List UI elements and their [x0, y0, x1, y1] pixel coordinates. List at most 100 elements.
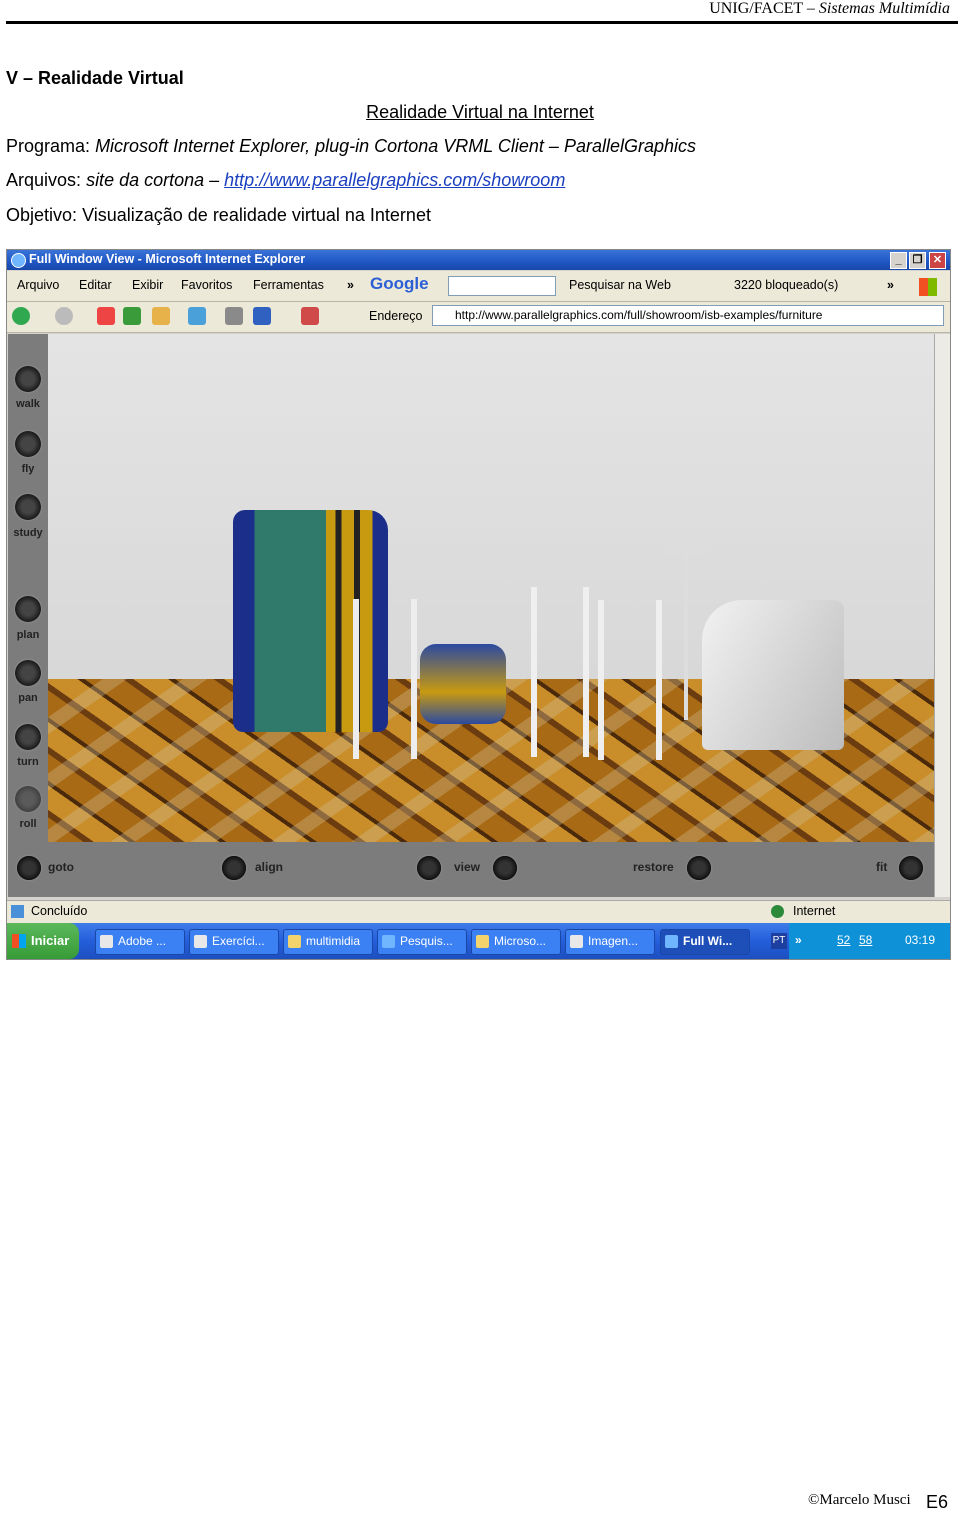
google-logo[interactable]: Google	[370, 274, 429, 294]
restore-label: restore	[633, 860, 674, 874]
subtitle: Realidade Virtual na Internet	[366, 102, 594, 122]
view-label: view	[454, 860, 481, 874]
taskbar-label: Imagen...	[588, 934, 639, 948]
messenger-icon[interactable]	[253, 307, 271, 325]
menu-editar[interactable]: Editar	[79, 278, 112, 292]
address-field[interactable]: http://www.parallelgraphics.com/full/sho…	[432, 305, 944, 326]
restore-button[interactable]	[685, 854, 713, 882]
fit-label: fit	[876, 860, 888, 874]
language-indicator[interactable]: PT	[771, 933, 787, 949]
scene-lamp-pole	[684, 555, 688, 720]
refresh-icon[interactable]	[123, 307, 141, 325]
toolbar-more[interactable]: »	[887, 278, 894, 292]
objective-label: Objetivo:	[6, 205, 78, 225]
start-label: Iniciar	[31, 933, 70, 948]
menu-ferramentas[interactable]: Ferramentas	[253, 278, 324, 292]
header-dash: –	[806, 0, 815, 17]
roll-button[interactable]	[13, 784, 43, 814]
browser-screenshot: Full Window View - Microsoft Internet Ex…	[6, 249, 951, 960]
pan-button[interactable]	[13, 658, 43, 688]
footer-author: ©Marcelo Musci	[808, 1492, 911, 1508]
header-course: Sistemas Multimídia	[818, 0, 950, 17]
taskbar-clock[interactable]: 03:19	[905, 933, 935, 947]
walk-label: walk	[16, 398, 40, 410]
goto-button[interactable]	[15, 854, 43, 882]
scene-chair-3	[598, 600, 662, 760]
windows-logo-icon	[919, 278, 937, 296]
minimize-button[interactable]: _	[890, 252, 907, 269]
program-value: Microsoft Internet Explorer, plug-in Cor…	[95, 136, 696, 156]
google-search-button[interactable]: Pesquisar na Web	[569, 278, 671, 292]
tray-number-1[interactable]: 52	[837, 933, 850, 947]
tray-expand[interactable]: »	[795, 933, 802, 947]
header-institution: UNIG/FACET	[709, 0, 803, 17]
back-icon[interactable]	[12, 307, 30, 325]
app-icon	[100, 935, 113, 948]
address-value: http://www.parallelgraphics.com/full/sho…	[455, 308, 823, 322]
popup-blocked[interactable]: 3220 bloqueado(s)	[734, 278, 838, 292]
ie-icon	[665, 935, 678, 948]
ie-icon	[382, 935, 395, 948]
study-button[interactable]	[13, 492, 43, 522]
taskbar-label: Exercíci...	[212, 934, 265, 948]
maximize-button[interactable]: ❐	[909, 252, 926, 269]
title-bar: Full Window View - Microsoft Internet Ex…	[7, 250, 950, 270]
vertical-scrollbar[interactable]	[934, 334, 950, 897]
page-number: E6	[926, 1492, 949, 1512]
taskbar-item-microsoft[interactable]: Microso...	[471, 929, 561, 955]
folder-icon	[476, 935, 489, 948]
taskbar: Iniciar Adobe ... Exercíci... multimidia…	[7, 923, 950, 959]
google-search-input[interactable]	[448, 276, 556, 296]
stop-icon[interactable]	[97, 307, 115, 325]
objective-value: Visualização de realidade virtual na Int…	[82, 205, 431, 225]
taskbar-item-imagens[interactable]: Imagen...	[565, 929, 655, 955]
zone-text: Internet	[793, 904, 836, 918]
taskbar-item-exercicio[interactable]: Exercíci...	[189, 929, 279, 955]
header-rule	[6, 21, 958, 24]
taskbar-item-full-window[interactable]: Full Wi...	[660, 929, 750, 955]
menu-arquivo[interactable]: Arquivo	[17, 278, 59, 292]
edit-icon[interactable]	[301, 307, 319, 325]
menu-exibir[interactable]: Exibir	[132, 278, 163, 292]
fit-button[interactable]	[897, 854, 925, 882]
forward-icon[interactable]	[55, 307, 73, 325]
close-button[interactable]: ✕	[929, 252, 946, 269]
vrml-viewer[interactable]: walk fly study plan pan turn roll goto a…	[8, 334, 934, 897]
fly-label: fly	[21, 463, 35, 475]
windows-flag-icon	[12, 934, 26, 948]
turn-label: turn	[17, 756, 39, 768]
system-tray: » 52 58 03:19	[789, 923, 950, 959]
tray-number-2[interactable]: 58	[859, 933, 872, 947]
taskbar-item-pesquisa[interactable]: Pesquis...	[377, 929, 467, 955]
taskbar-item-adobe[interactable]: Adobe ...	[95, 929, 185, 955]
align-button[interactable]	[220, 854, 248, 882]
start-button[interactable]: Iniciar	[7, 923, 79, 959]
taskbar-label: Pesquis...	[400, 934, 453, 948]
ie-icon	[11, 253, 26, 268]
view-next-button[interactable]	[491, 854, 519, 882]
pan-label: pan	[18, 692, 38, 704]
scene-chair-1	[353, 599, 417, 759]
scene-chair-2	[531, 587, 589, 757]
page-done-icon	[11, 905, 24, 918]
print-icon[interactable]	[225, 307, 243, 325]
taskbar-item-multimidia[interactable]: multimidia	[283, 929, 373, 955]
taskbar-label: Full Wi...	[683, 934, 733, 948]
files-value: site da cortona –	[86, 170, 220, 190]
menu-favoritos[interactable]: Favoritos	[181, 278, 232, 292]
files-label: Arquivos:	[6, 170, 82, 190]
taskbar-label: Microso...	[494, 934, 547, 948]
home-icon[interactable]	[152, 307, 170, 325]
status-text: Concluído	[31, 904, 88, 918]
history-icon[interactable]	[188, 307, 206, 325]
taskbar-label: Adobe ...	[118, 934, 167, 948]
align-label: align	[255, 860, 284, 874]
fly-button[interactable]	[13, 429, 43, 459]
walk-button[interactable]	[13, 364, 43, 394]
turn-button[interactable]	[13, 722, 43, 752]
files-link[interactable]: http://www.parallelgraphics.com/showroom	[224, 170, 565, 190]
plan-button[interactable]	[13, 594, 43, 624]
view-prev-button[interactable]	[415, 854, 443, 882]
roll-label: roll	[19, 818, 37, 830]
menu-more[interactable]: »	[347, 278, 354, 292]
